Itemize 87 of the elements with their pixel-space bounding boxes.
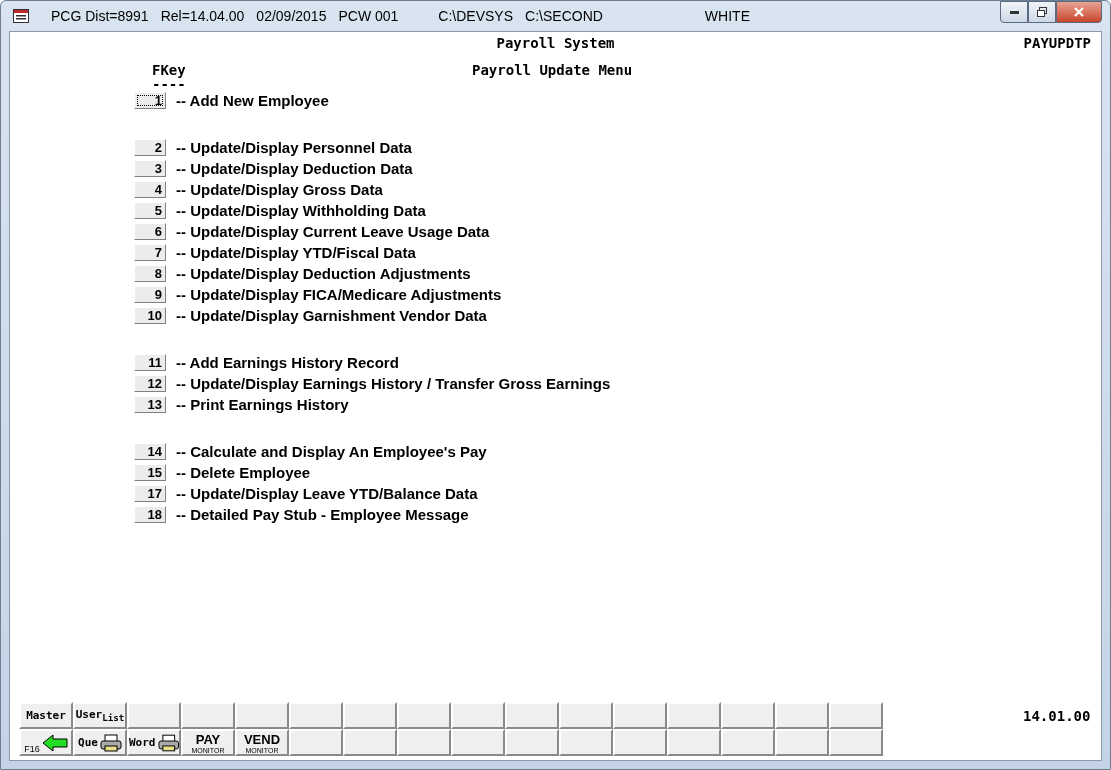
function-key[interactable] — [343, 729, 397, 756]
fkey-button[interactable]: 5 — [134, 202, 166, 219]
window-title: PCG Dist=8991 — [51, 8, 149, 24]
function-key[interactable] — [235, 702, 289, 729]
function-key[interactable] — [613, 729, 667, 756]
fkey-button[interactable]: 1 — [134, 92, 166, 109]
menu-item-label: -- Update/Display Deduction Adjustments — [176, 265, 471, 282]
menu-item-label: -- Add New Employee — [176, 92, 329, 109]
menu-item-label: -- Print Earnings History — [176, 396, 349, 413]
column-heading: FKey — [152, 62, 186, 78]
window-title: Rel=14.04.00 — [160, 8, 245, 24]
function-key[interactable] — [613, 702, 667, 729]
menu-item-label: -- Add Earnings History Record — [176, 354, 399, 371]
window-title: C:\SECOND — [525, 8, 603, 24]
function-key[interactable] — [775, 729, 829, 756]
print-key[interactable]: Que — [73, 729, 127, 756]
function-key[interactable] — [829, 702, 883, 729]
menu-item-label: -- Update/Display Personnel Data — [176, 139, 412, 156]
fkey-button[interactable]: 15 — [134, 464, 166, 481]
menu-item-label: -- Update/Display Deduction Data — [176, 160, 413, 177]
function-key[interactable]: User$_{List}$ — [73, 702, 127, 729]
fkey-button[interactable]: 2 — [134, 139, 166, 156]
function-key[interactable] — [559, 729, 613, 756]
close-icon — [1074, 7, 1084, 17]
back-key[interactable]: F16 — [19, 729, 73, 756]
function-key[interactable] — [343, 702, 397, 729]
system-title: Payroll System — [496, 35, 615, 51]
left-arrow-icon — [41, 733, 68, 752]
close-button[interactable] — [1056, 1, 1102, 23]
fkey-button[interactable]: 18 — [134, 506, 166, 523]
menu-item-label: -- Update/Display Earnings History / Transfer Gross Earnings — [176, 375, 611, 392]
menu-item-label: -- Detailed Pay Stub - Employee Message — [176, 506, 469, 523]
function-key[interactable] — [559, 702, 613, 729]
function-key[interactable] — [397, 702, 451, 729]
fkey-button[interactable]: 12 — [134, 375, 166, 392]
fkey-button[interactable]: 8 — [134, 265, 166, 282]
fkey-button[interactable]: 7 — [134, 244, 166, 261]
window-title: PCW 001 — [338, 8, 399, 24]
function-key[interactable] — [505, 702, 559, 729]
menu-item-label: -- Update/Display FICA/Medicare Adjustments — [176, 286, 502, 303]
printer-icon — [99, 733, 122, 752]
function-key[interactable] — [397, 729, 451, 756]
function-key[interactable] — [667, 729, 721, 756]
restore-icon — [1037, 7, 1047, 17]
fkey-button[interactable]: 14 — [134, 443, 166, 460]
print-key[interactable]: Word — [127, 729, 181, 756]
function-key[interactable] — [181, 702, 235, 729]
function-key[interactable] — [451, 729, 505, 756]
function-key[interactable] — [289, 729, 343, 756]
fkey-button[interactable]: 6 — [134, 223, 166, 240]
fkey-button[interactable]: 11 — [134, 354, 166, 371]
function-key[interactable] — [505, 729, 559, 756]
menu-item-label: -- Update/Display Garnishment Vendor Data — [176, 307, 487, 324]
app-icon — [13, 9, 29, 23]
menu-title: Payroll Update Menu — [472, 62, 633, 80]
function-key[interactable] — [721, 729, 775, 756]
fkey-button[interactable]: 10 — [134, 307, 166, 324]
maximize-button[interactable] — [1028, 1, 1056, 23]
window-title: WHITE — [704, 8, 750, 24]
function-key[interactable] — [127, 702, 181, 729]
minimize-icon — [1009, 10, 1019, 14]
menu-item-label: -- Update/Display Current Leave Usage Data — [176, 223, 490, 240]
function-key[interactable] — [289, 702, 343, 729]
fkey-button[interactable]: 4 — [134, 181, 166, 198]
function-key[interactable] — [775, 702, 829, 729]
fkey-button[interactable]: 9 — [134, 286, 166, 303]
function-key[interactable] — [451, 702, 505, 729]
window-title: C:\DEVSYS — [438, 8, 514, 24]
window-title: 02/09/2015 — [256, 8, 327, 24]
menu-item-label: -- Update/Display Gross Data — [176, 181, 383, 198]
menu-item-label: -- Update/Display YTD/Fiscal Data — [176, 244, 416, 261]
version-label: 14.01.00 — [1023, 708, 1091, 724]
menu-item-label: -- Update/Display Leave YTD/Balance Data — [176, 485, 478, 502]
menu-item-label: -- Delete Employee — [176, 464, 311, 481]
fkey-button[interactable]: 13 — [134, 396, 166, 413]
function-key[interactable] — [829, 729, 883, 756]
function-key[interactable] — [667, 702, 721, 729]
printer-icon — [157, 733, 179, 752]
menu-item-label: -- Calculate and Display An Employee's Pay — [176, 443, 487, 460]
function-key[interactable]: Master — [19, 702, 73, 729]
menu-item-label: -- Update/Display Withholding Data — [176, 202, 426, 219]
fkey-button[interactable]: 3 — [134, 160, 166, 177]
function-key[interactable] — [721, 702, 775, 729]
screen-id: PAYUPDTP — [1023, 35, 1091, 51]
minimize-button[interactable] — [1000, 1, 1028, 23]
fkey-button[interactable]: 17 — [134, 485, 166, 502]
column-rule: ---- — [152, 78, 186, 90]
